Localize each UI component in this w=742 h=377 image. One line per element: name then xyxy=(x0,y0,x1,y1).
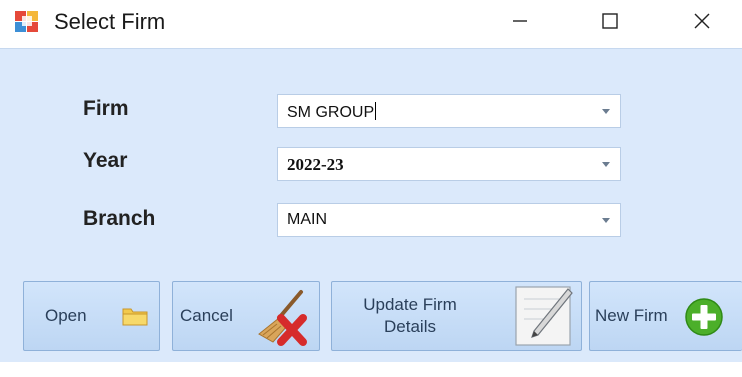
year-combobox[interactable]: 2022-23 xyxy=(277,147,621,181)
title-bar: Select Firm xyxy=(0,0,742,48)
new-firm-button-label: New Firm xyxy=(595,306,668,325)
add-icon xyxy=(684,297,724,342)
year-value: 2022-23 xyxy=(287,155,344,174)
update-firm-details-button[interactable]: Update Firm Details xyxy=(331,281,582,351)
maximize-button[interactable] xyxy=(580,0,640,46)
chevron-down-icon[interactable] xyxy=(602,218,610,223)
branch-combobox[interactable]: MAIN xyxy=(277,203,621,237)
new-firm-button[interactable]: New Firm xyxy=(589,281,742,351)
cancel-button[interactable]: Cancel xyxy=(172,281,320,351)
chevron-down-icon[interactable] xyxy=(602,109,610,114)
close-button[interactable] xyxy=(672,0,732,46)
minimize-button[interactable] xyxy=(490,0,550,46)
window-bottom-edge xyxy=(0,362,742,377)
select-firm-window: Select Firm Firm SM GROUP Year 2022-23 B… xyxy=(0,0,742,377)
document-edit-icon xyxy=(512,285,576,352)
firm-label: Firm xyxy=(83,97,129,120)
broom-cancel-icon xyxy=(253,288,313,351)
folder-icon xyxy=(121,304,149,333)
window-title: Select Firm xyxy=(54,9,166,34)
open-button-label: Open xyxy=(45,306,87,325)
open-button[interactable]: Open xyxy=(23,281,160,351)
update-firm-details-label: Update Firm Details xyxy=(350,294,470,338)
chevron-down-icon[interactable] xyxy=(602,162,610,167)
app-icon xyxy=(14,10,40,34)
update-label-line1: Update Firm xyxy=(363,295,457,314)
minimize-icon xyxy=(511,12,529,35)
branch-value: MAIN xyxy=(287,211,327,228)
firm-combobox[interactable]: SM GROUP xyxy=(277,94,621,128)
year-label: Year xyxy=(83,149,128,172)
close-icon xyxy=(692,11,712,36)
firm-value: SM GROUP xyxy=(287,102,377,121)
maximize-icon xyxy=(601,12,619,35)
branch-label: Branch xyxy=(83,207,156,230)
text-cursor xyxy=(375,102,377,120)
cancel-button-label: Cancel xyxy=(180,306,233,325)
update-label-line2: Details xyxy=(384,317,436,336)
